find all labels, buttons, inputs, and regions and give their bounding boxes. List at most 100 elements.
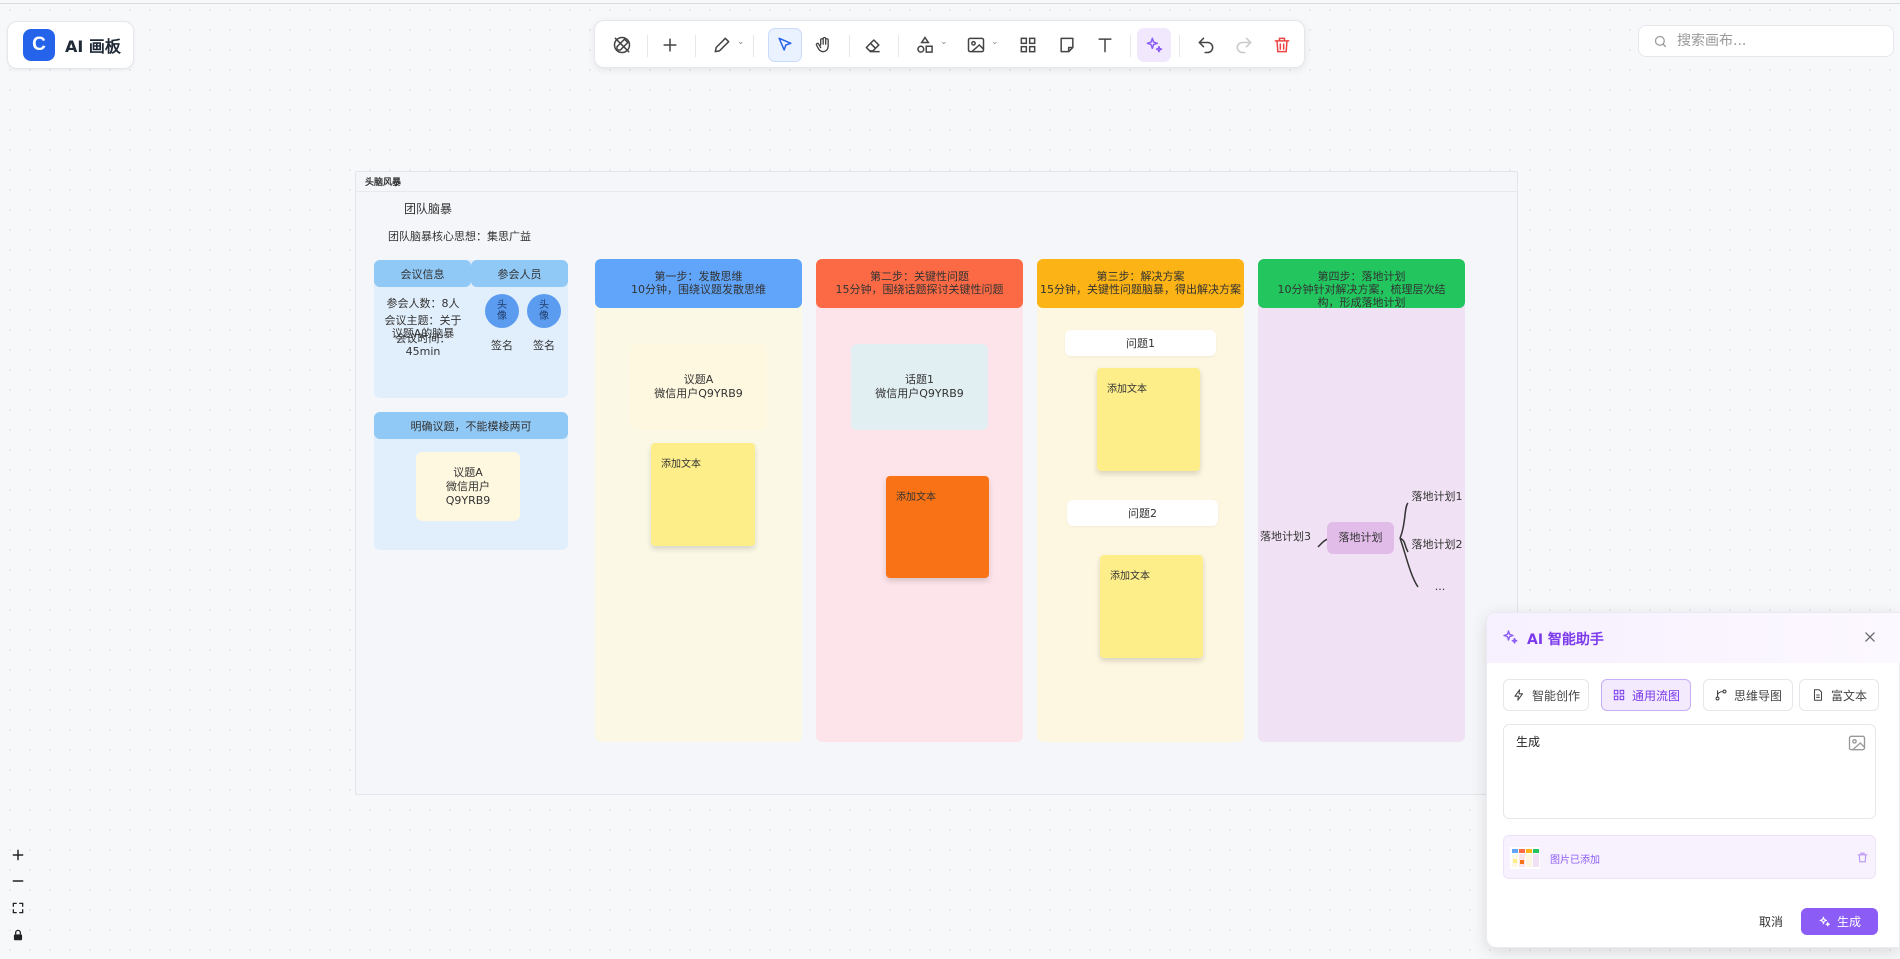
branch-icon [1715,689,1727,701]
topic-card-title: 话题1 [905,373,934,386]
app-title: AI 画板 [65,37,121,56]
ai-sparkle-icon[interactable] [1137,28,1171,62]
idea-card[interactable]: 议题A 微信用户Q9YRB9 [630,344,767,430]
avatar[interactable]: 头像 [527,294,561,328]
signature-label: 签名 [491,339,513,352]
step1-title: 第一步：发散思维 [654,270,743,283]
step4-title: 第四步：落地计划 [1317,270,1406,283]
avatar[interactable]: 头像 [485,294,519,328]
toolbar-separator [753,35,754,57]
mindmap-node[interactable]: 落地计划3 [1258,530,1313,543]
select-cursor-icon[interactable] [768,28,802,62]
zoom-out-icon[interactable] [9,872,27,890]
step1-desc: 10分钟，围绕议题发散思维 [631,283,766,296]
zoom-in-icon[interactable] [9,846,27,864]
tab-label: 富文本 [1830,688,1867,703]
tab-label: 思维导图 [1733,688,1782,703]
canvas-search[interactable] [1638,25,1894,57]
trash-icon[interactable] [1856,851,1869,864]
main-toolbar: ⌄ ⌄ ⌄ [594,20,1305,68]
search-input[interactable] [1677,33,1877,49]
attached-image-row: 图片已添加 [1503,835,1876,879]
sticky-note[interactable]: 添加文本 [651,443,755,546]
idea-card-user: 微信用户Q9YRB9 [654,387,743,400]
text-icon[interactable] [1088,28,1122,62]
search-icon [1654,35,1667,47]
frame-divider [355,191,1518,192]
chevron-down-icon[interactable]: ⌄ [940,37,948,47]
sticky-note[interactable]: 添加文本 [1100,555,1203,658]
step3-title: 第三步：解决方案 [1096,270,1185,283]
tab-label: 智能创作 [1531,688,1580,703]
logo-mark: C [23,29,55,61]
document-icon [1813,689,1823,701]
step3-header[interactable]: 第三步：解决方案 15分钟，关键性问题脑暴，得出解决方案 [1037,259,1244,308]
topic-card-user: 微信用户Q9YRB9 [875,387,964,400]
ai-prompt-input[interactable]: 生成 [1503,724,1876,819]
issue-card-user: 微信用户Q9YRB9 [445,479,491,507]
pen-icon[interactable] [705,28,739,62]
board-heading[interactable]: 团队脑暴 [404,200,452,217]
step1-header[interactable]: 第一步：发散思维 10分钟，围绕议题发散思维 [595,259,802,308]
toolbar-separator [898,35,899,57]
tab-rich-text[interactable]: 富文本 [1799,679,1879,711]
tab-mind-map[interactable]: 思维导图 [1703,679,1793,711]
sticky-note[interactable]: 添加文本 [886,476,989,578]
tab-smart-create[interactable]: 智能创作 [1503,679,1589,711]
question-label[interactable]: 问题2 [1067,500,1218,526]
cancel-button[interactable]: 取消 [1749,907,1793,935]
signature-label: 签名 [533,339,555,352]
core-idea-text[interactable]: 团队脑暴核心思想：集思广益 [388,228,531,244]
question-label[interactable]: 问题1 [1065,330,1216,356]
mindmap-node[interactable]: 落地计划1 [1410,490,1464,503]
mindmap-node[interactable]: 落地计划2 [1410,538,1464,551]
step2-header[interactable]: 第二步：关键性问题 15分钟，围绕话题探讨关键性问题 [816,259,1023,308]
mindmap-center-node[interactable]: 落地计划 [1327,522,1394,554]
close-icon[interactable] [1863,630,1877,644]
tab-general-flow[interactable]: 通用流图 [1601,679,1691,711]
fit-screen-icon[interactable] [9,899,27,917]
eraser-icon[interactable] [856,28,890,62]
ai-assistant-panel: AI 智能助手 智能创作 通用流图 思维导图 富文本 生成 图片已添加 取消 生… [1486,612,1900,948]
mindmap-node-more[interactable]: ... [1425,580,1455,593]
no-pen-icon[interactable] [605,28,639,62]
chevron-down-icon[interactable]: ⌄ [991,37,999,47]
issue-card[interactable]: 议题A 微信用户Q9YRB9 [416,452,520,521]
undo-icon[interactable] [1189,28,1223,62]
toolbar-separator [647,35,648,57]
ai-sparkle-icon [1819,916,1830,927]
grid-icon[interactable] [1011,28,1045,62]
lock-icon[interactable] [9,926,27,944]
step4-header[interactable]: 第四步：落地计划 10分钟针对解决方案，梳理层次结构，形成落地计划 [1258,259,1465,309]
app-logo[interactable]: C AI 画板 [7,21,134,69]
redo-icon[interactable] [1227,28,1261,62]
issue-card-title: 议题A [453,465,483,479]
hand-icon[interactable] [807,28,841,62]
toolbar-separator [1179,35,1180,57]
chevron-down-icon[interactable]: ⌄ [737,37,745,47]
shapes-icon[interactable] [908,28,942,62]
attendees-header[interactable]: 参会人员 [471,260,568,287]
sticky-note[interactable]: 添加文本 [1097,368,1200,471]
generate-label: 生成 [1836,915,1861,929]
step3-desc: 15分钟，关键性问题脑暴，得出解决方案 [1040,283,1241,296]
lightning-icon [1514,689,1524,701]
step2-desc: 15分钟，围绕话题探讨关键性问题 [835,283,1004,296]
image-upload-icon[interactable] [1847,733,1867,753]
top-border [0,3,1900,4]
image-icon[interactable] [959,28,993,62]
note-icon[interactable] [1050,28,1084,62]
meeting-info-header[interactable]: 会议信息 [374,260,471,287]
image-added-label: 图片已添加 [1550,855,1600,866]
generate-button[interactable]: 生成 [1801,908,1878,935]
topic-card[interactable]: 话题1 微信用户Q9YRB9 [851,344,988,430]
issue-header[interactable]: 明确议题，不能模棱两可 [374,412,568,439]
step4-desc: 10分钟针对解决方案，梳理层次结构，形成落地计划 [1277,283,1446,309]
image-thumbnail[interactable] [1510,847,1540,869]
toolbar-separator [1130,35,1131,57]
plus-icon[interactable] [653,28,687,62]
step2-title: 第二步：关键性问题 [870,270,969,283]
meeting-duration: 会议时间：45min [395,332,451,358]
trash-icon[interactable] [1265,28,1299,62]
idea-card-title: 议题A [683,373,714,386]
